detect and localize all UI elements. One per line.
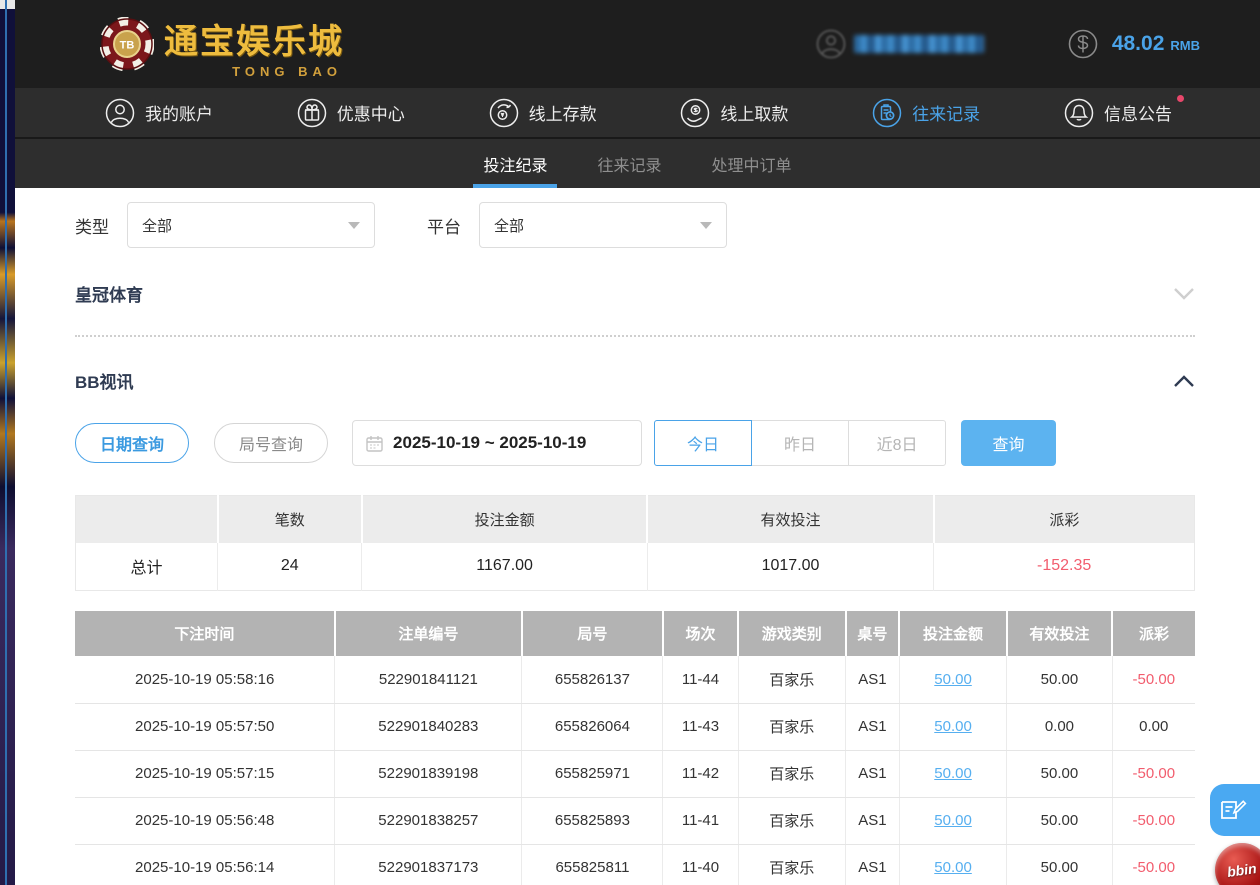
notification-dot — [1177, 95, 1184, 102]
today-button[interactable]: 今日 — [654, 420, 752, 466]
bet-amount-link[interactable]: 50.00 — [934, 812, 972, 829]
tab-bet-records[interactable]: 投注纪录 — [473, 139, 557, 188]
summary-header-payout: 派彩 — [934, 496, 1195, 543]
coin-icon — [1068, 29, 1098, 59]
recent-8-days-button[interactable]: 近8日 — [848, 420, 946, 466]
summary-header-valid-bet: 有效投注 — [647, 496, 933, 543]
type-select[interactable]: 全部 — [127, 202, 375, 248]
bet-amount-link[interactable]: 50.00 — [934, 765, 972, 782]
content: 类型 全部 平台 全部 皇冠体育 BB视讯 日期查询 局号查询 — [15, 188, 1260, 885]
caret-down-icon — [348, 222, 360, 229]
divider — [75, 335, 1195, 337]
bet-amount-link[interactable]: 50.00 — [934, 671, 972, 688]
bbin-logo: bbin — [1226, 860, 1257, 880]
date-range-input[interactable]: 2025-10-19 ~ 2025-10-19 — [352, 420, 642, 466]
background-page-sliver — [0, 0, 15, 885]
nav-item-promotions[interactable]: 优惠中心 — [297, 98, 405, 128]
summary-header-bet-amount: 投注金额 — [362, 496, 647, 543]
balance: 48.02 RMB — [1112, 32, 1200, 56]
platform-filter-label: 平台 — [427, 213, 461, 238]
col-bet-amount: 投注金额 — [899, 611, 1007, 656]
date-query-button[interactable]: 日期查询 — [75, 423, 189, 463]
filter-row: 类型 全部 平台 全部 — [75, 202, 1195, 248]
bet-amount-link[interactable]: 50.00 — [934, 859, 972, 876]
col-valid-bet: 有效投注 — [1007, 611, 1112, 656]
record-tabs: 投注纪录 往来记录 处理中订单 — [15, 137, 1260, 188]
gift-icon — [297, 98, 327, 128]
tab-transaction-records[interactable]: 往来记录 — [587, 139, 671, 188]
summary-table: 笔数 投注金额 有效投注 派彩 总计 24 1167.00 1017.00 -1… — [75, 495, 1195, 591]
casino-chip-icon: TB — [100, 17, 154, 71]
col-payout: 派彩 — [1112, 611, 1195, 656]
col-order-id: 注单编号 — [335, 611, 522, 656]
col-game-type: 游戏类别 — [738, 611, 846, 656]
nav-item-deposit[interactable]: 线上存款 — [489, 98, 597, 128]
yesterday-button[interactable]: 昨日 — [751, 420, 849, 466]
main-nav: 我的账户 优惠中心 线上存款 — [15, 88, 1260, 137]
search-button[interactable]: 查询 — [961, 420, 1056, 466]
section-title: 皇冠体育 — [75, 281, 143, 306]
summary-bet-amount: 1167.00 — [362, 543, 647, 591]
balance-amount: 48.02 — [1112, 32, 1165, 56]
bell-icon — [1064, 98, 1094, 128]
balance-currency: RMB — [1170, 38, 1200, 53]
user-account[interactable] — [816, 29, 984, 59]
bet-amount-link[interactable]: 50.00 — [934, 718, 972, 735]
nav-item-my-account[interactable]: 我的账户 — [105, 98, 213, 128]
bet-records-body: 2025-10-19 05:58:16522901841121655826137… — [75, 656, 1195, 885]
section-crown-sports[interactable]: 皇冠体育 — [75, 281, 1195, 306]
summary-valid-bet: 1017.00 — [647, 543, 933, 591]
username-blurred — [854, 35, 984, 53]
deposit-icon — [489, 98, 519, 128]
table-row: 2025-10-19 05:57:50522901840283655826064… — [75, 703, 1195, 750]
table-row: 2025-10-19 05:58:16522901841121655826137… — [75, 656, 1195, 703]
section-title: BB视讯 — [75, 368, 134, 393]
summary-total-row: 总计 24 1167.00 1017.00 -152.35 — [76, 543, 1195, 591]
quick-range-group: 今日 昨日 近8日 — [654, 420, 946, 466]
nav-item-records[interactable]: 往来记录 — [872, 98, 980, 128]
withdraw-icon — [680, 98, 710, 128]
summary-count: 24 — [218, 543, 362, 591]
user-icon — [816, 29, 846, 59]
edit-note-icon — [1219, 796, 1247, 824]
tab-pending-orders[interactable]: 处理中订单 — [702, 139, 802, 188]
query-bar: 日期查询 局号查询 2025-10-19 ~ 2025-10-19 今日 昨日 … — [75, 420, 1195, 466]
round-query-button[interactable]: 局号查询 — [214, 423, 328, 463]
summary-payout: -152.35 — [934, 543, 1195, 591]
summary-header-blank — [76, 496, 218, 543]
type-filter-label: 类型 — [75, 213, 109, 238]
svg-text:TB: TB — [120, 40, 135, 52]
table-row: 2025-10-19 05:57:15522901839198655825971… — [75, 750, 1195, 797]
summary-total-label: 总计 — [76, 543, 218, 591]
col-bet-time: 下注时间 — [75, 611, 335, 656]
table-row: 2025-10-19 05:56:48522901838257655825893… — [75, 797, 1195, 844]
nav-item-announcements[interactable]: 信息公告 — [1064, 98, 1172, 128]
col-table-no: 桌号 — [846, 611, 900, 656]
nav-item-withdraw[interactable]: 线上取款 — [680, 98, 788, 128]
top-header: TB 通宝娱乐城 TONG BAO 48.02 RMB — [15, 0, 1260, 88]
calendar-icon — [366, 435, 383, 452]
chevron-up-icon[interactable] — [1173, 374, 1195, 388]
records-icon — [872, 98, 902, 128]
summary-header-count: 笔数 — [218, 496, 362, 543]
platform-select[interactable]: 全部 — [479, 202, 727, 248]
brand-logo[interactable]: TB 通宝娱乐城 TONG BAO — [100, 14, 344, 75]
brand-name: 通宝娱乐城 — [164, 14, 344, 63]
table-row: 2025-10-19 05:56:14522901837173655825811… — [75, 844, 1195, 885]
page-root: TB 通宝娱乐城 TONG BAO 48.02 RMB — [15, 0, 1260, 885]
brand-latin: TONG BAO — [232, 64, 342, 79]
col-round-id: 局号 — [522, 611, 663, 656]
caret-down-icon — [700, 222, 712, 229]
feedback-edit-button[interactable] — [1210, 784, 1260, 836]
bet-records-table: 下注时间 注单编号 局号 场次 游戏类别 桌号 投注金额 有效投注 派彩 202… — [75, 611, 1195, 885]
section-bb-video[interactable]: BB视讯 — [75, 368, 1195, 393]
account-icon — [105, 98, 135, 128]
chevron-down-icon[interactable] — [1173, 287, 1195, 301]
col-session: 场次 — [663, 611, 738, 656]
